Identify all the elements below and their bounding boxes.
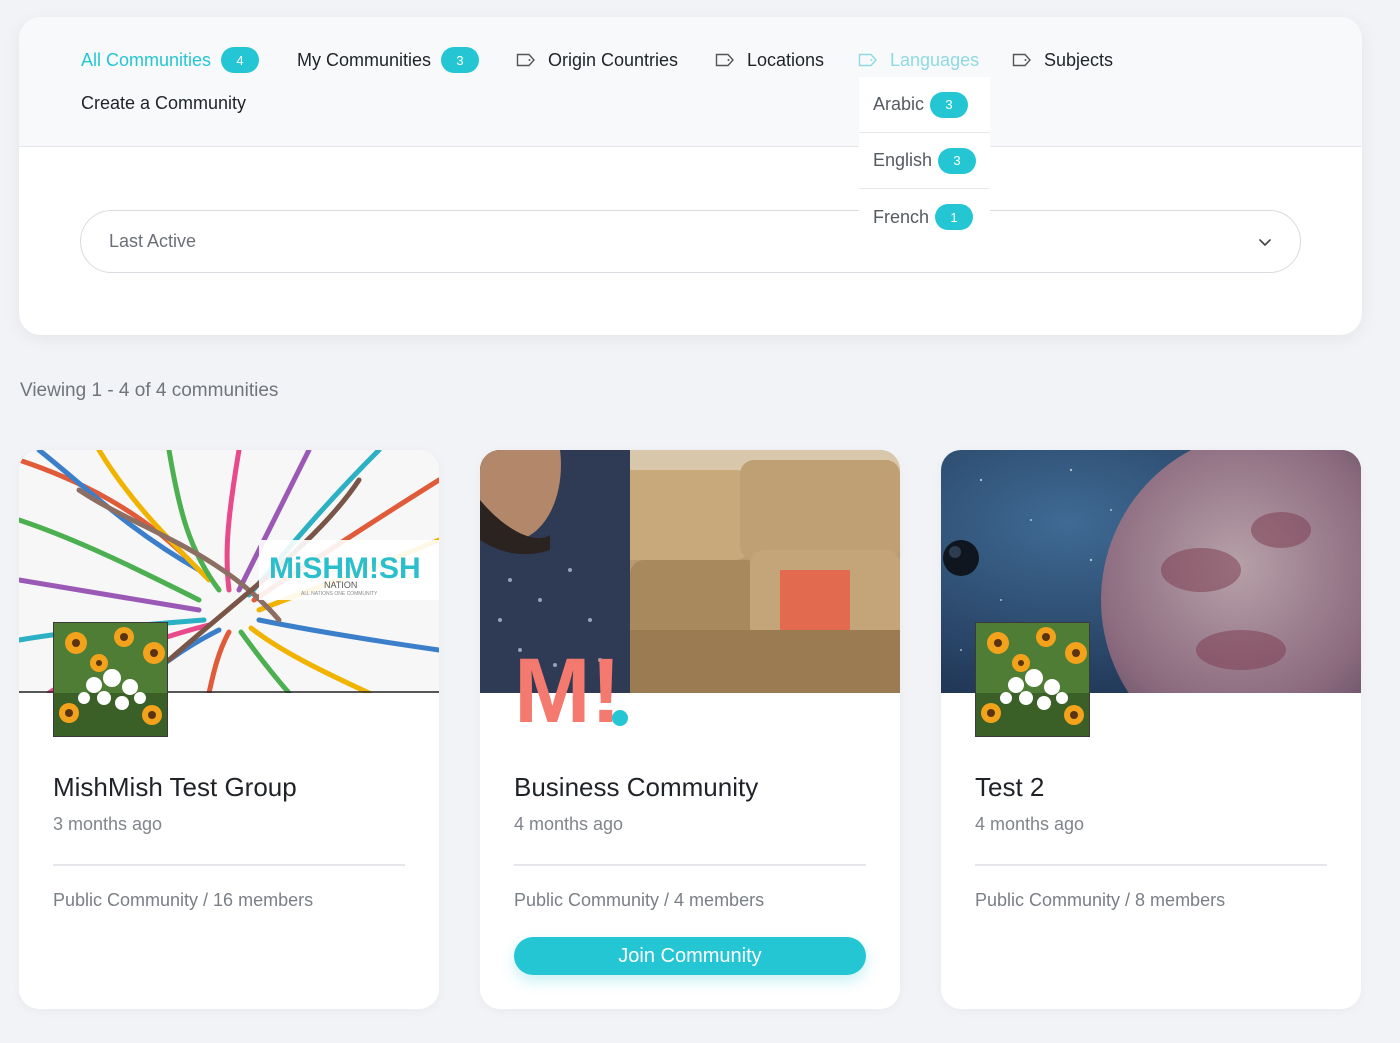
tab-my-communities-label: My Communities — [297, 49, 432, 70]
community-avatar[interactable]: M! — [514, 622, 629, 737]
language-count-badge: 3 — [938, 147, 977, 174]
tag-icon — [858, 53, 878, 67]
create-community-link[interactable]: Create a Community — [81, 90, 246, 116]
tab-languages[interactable]: Languages — [858, 47, 979, 73]
community-avatar[interactable] — [975, 622, 1090, 737]
language-option-label: Arabic — [873, 94, 925, 114]
community-meta: Public Community / 8 members — [975, 890, 1226, 910]
tab-my-communities[interactable]: My Communities 3 — [297, 47, 480, 73]
community-last-active: 3 months ago — [53, 814, 163, 834]
chevron-down-icon — [1259, 239, 1271, 246]
community-last-active: 4 months ago — [514, 814, 624, 834]
tab-origin-countries[interactable]: Origin Countries — [516, 47, 678, 73]
community-title[interactable]: MishMish Test Group — [53, 772, 297, 803]
tab-all-communities-label: All Communities — [81, 49, 212, 70]
language-count-badge: 3 — [930, 91, 969, 118]
cover-brand-sub: NATION — [324, 580, 357, 590]
language-count-badge: 1 — [935, 204, 974, 230]
sort-select-value: Last Active — [109, 231, 197, 251]
community-card[interactable]: MiSHM!SH NATION ALL NATIONS ONE COMMUNIT… — [19, 450, 439, 1009]
tab-locations[interactable]: Locations — [715, 47, 824, 73]
cover-brand-tag: ALL NATIONS ONE COMMUNITY — [301, 591, 378, 597]
community-avatar[interactable] — [53, 622, 168, 737]
card-divider — [514, 864, 866, 866]
language-option-french[interactable]: French 1 — [859, 189, 990, 245]
tab-subjects-label: Subjects — [1044, 49, 1114, 70]
community-meta: Public Community / 16 members — [53, 890, 314, 910]
tab-subjects[interactable]: Subjects — [1012, 47, 1113, 73]
tab-locations-label: Locations — [747, 49, 825, 70]
language-option-arabic[interactable]: Arabic 3 — [859, 77, 990, 133]
community-title[interactable]: Business Community — [514, 772, 758, 803]
card-divider — [53, 864, 405, 866]
tab-all-communities[interactable]: All Communities 4 — [81, 47, 260, 73]
filter-nav-bar — [19, 17, 1362, 147]
my-communities-count-badge: 3 — [441, 47, 480, 73]
community-meta: Public Community / 4 members — [514, 890, 765, 910]
tag-icon — [516, 53, 536, 67]
language-option-label: French — [873, 206, 930, 227]
logo-text: M! — [514, 640, 621, 737]
tag-icon — [1012, 53, 1032, 67]
tag-icon — [715, 53, 735, 67]
languages-dropdown: Arabic 3 English 3 French 1 — [859, 77, 990, 245]
language-option-english[interactable]: English 3 — [859, 133, 990, 189]
community-card[interactable]: M! Business Community 4 months ago Publi… — [480, 450, 900, 1009]
community-title[interactable]: Test 2 — [975, 772, 1044, 803]
all-communities-count-badge: 4 — [221, 47, 260, 73]
community-card[interactable]: Test 2 4 months ago Public Community / 8… — [941, 450, 1361, 1009]
language-option-label: English — [873, 150, 933, 170]
filter-panel: All Communities 4 My Communities 3 Origi… — [19, 17, 1362, 335]
tab-origin-countries-label: Origin Countries — [548, 49, 679, 70]
card-divider — [975, 864, 1327, 866]
community-last-active: 4 months ago — [975, 814, 1085, 834]
results-count-text: Viewing 1 - 4 of 4 communities — [20, 380, 279, 401]
tab-languages-label: Languages — [890, 49, 980, 70]
join-community-button[interactable]: Join Community — [514, 937, 866, 975]
sort-select[interactable]: Last Active — [80, 210, 1301, 273]
